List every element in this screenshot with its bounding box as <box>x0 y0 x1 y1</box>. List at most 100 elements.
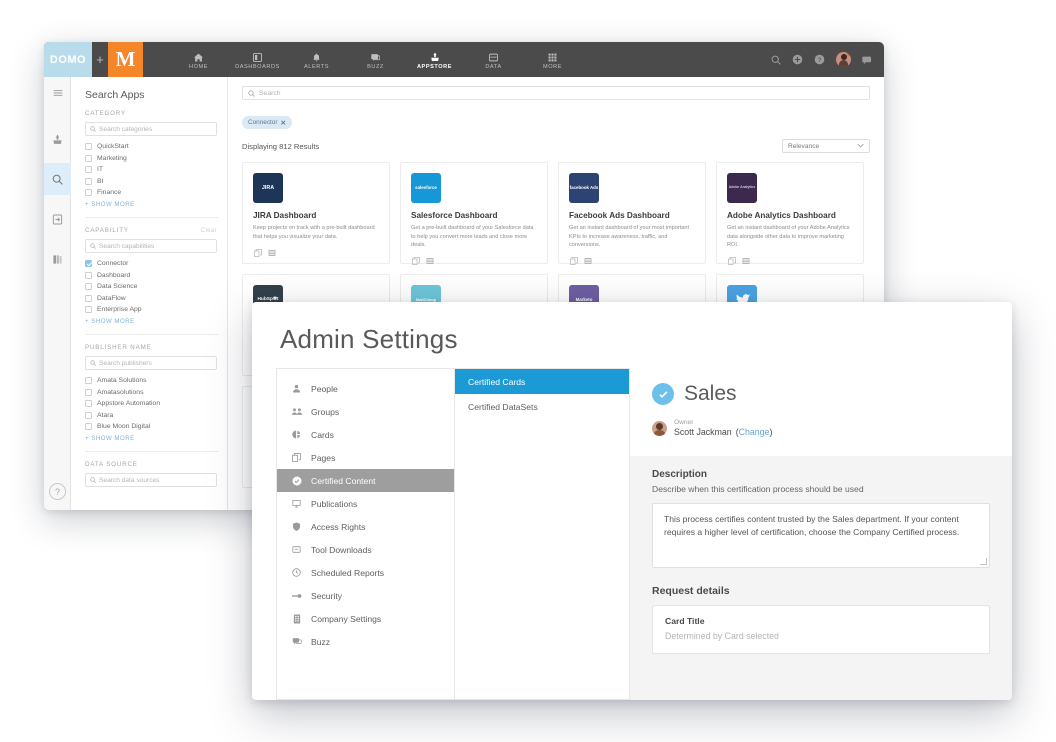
filter-option[interactable]: Data Science <box>85 283 217 290</box>
filter-option[interactable]: Marketing <box>85 155 217 162</box>
description-textarea[interactable]: This process certifies content trusted b… <box>652 503 990 568</box>
menu-item-publications[interactable]: Publications <box>277 492 454 515</box>
nav-item-appstore[interactable]: APPSTORE <box>405 49 464 70</box>
check-circle-icon <box>652 383 674 405</box>
filter-option[interactable]: Amata Solutions <box>85 377 217 384</box>
change-owner-link[interactable]: Change <box>739 427 770 437</box>
filter-option-connector[interactable]: Connector <box>85 260 217 267</box>
checkbox[interactable] <box>85 295 92 302</box>
menu-item-tool-downloads[interactable]: Tool Downloads <box>277 538 454 561</box>
checkbox[interactable] <box>85 283 92 290</box>
domo-logo[interactable]: DOMO <box>44 42 92 77</box>
menu-item-groups[interactable]: Groups <box>277 400 454 423</box>
duplicate-icon[interactable] <box>253 248 262 257</box>
filter-chip-connector[interactable]: Connector ✕ <box>242 116 292 129</box>
search-capabilities-input[interactable]: Search capabilities <box>85 239 217 253</box>
show-more-link[interactable]: + SHOW MORE <box>85 435 217 442</box>
menu-item-certified-content[interactable]: Certified Content <box>277 469 454 492</box>
checkbox[interactable] <box>85 377 92 384</box>
filter-option[interactable]: Appstore Automation <box>85 400 217 407</box>
card-grid-icon[interactable] <box>267 248 276 257</box>
card-grid-icon[interactable] <box>741 257 750 266</box>
menu-item-cards[interactable]: Cards <box>277 423 454 446</box>
results-count: Displaying 812 Results <box>242 142 319 151</box>
help-circle-icon[interactable]: ? <box>814 54 825 65</box>
search-datasources-input[interactable]: Search data sources <box>85 473 217 487</box>
menu-label: Scheduled Reports <box>311 568 384 578</box>
search-publishers-input[interactable]: Search publishers <box>85 356 217 370</box>
filter-option[interactable]: Amatasolutions <box>85 389 217 396</box>
duplicate-icon[interactable] <box>569 257 578 266</box>
close-icon[interactable]: ✕ <box>281 119 286 127</box>
filter-option[interactable]: Enterprise App <box>85 306 217 313</box>
checkbox[interactable] <box>85 178 92 185</box>
filter-option[interactable]: IT <box>85 166 217 173</box>
checkbox[interactable] <box>85 155 92 162</box>
nav-item-buzz[interactable]: BUZZ <box>346 50 405 70</box>
app-card-salesforce[interactable]: salesforce Salesforce Dashboard Get a pr… <box>400 162 548 264</box>
buzz-icon[interactable] <box>862 55 872 65</box>
search-input[interactable]: Search <box>242 86 870 100</box>
menu-hamburger-icon[interactable] <box>44 77 71 109</box>
nav-item-dashboards[interactable]: DASHBOARDS <box>228 50 287 70</box>
placeholder: Search publishers <box>99 360 152 367</box>
filter-option[interactable]: BI <box>85 178 217 185</box>
checkbox[interactable] <box>85 272 92 279</box>
group-name: CATEGORY <box>85 110 126 117</box>
nav-item-data[interactable]: DATA <box>464 50 523 70</box>
nav-item-more[interactable]: MORE <box>523 50 582 70</box>
filter-option[interactable]: Blue Moon Digital <box>85 423 217 430</box>
rail-import-icon[interactable] <box>44 203 71 235</box>
menu-item-security[interactable]: Security <box>277 584 454 607</box>
card-title-field[interactable]: Card Title Determined by Card selected <box>652 605 990 654</box>
checkbox[interactable] <box>85 189 92 196</box>
duplicate-icon[interactable] <box>411 257 420 266</box>
rail-search-icon[interactable] <box>44 163 71 195</box>
duplicate-icon[interactable] <box>727 257 736 266</box>
submenu-item-certified-datasets[interactable]: Certified DataSets <box>455 394 629 419</box>
rail-library-icon[interactable] <box>44 243 71 275</box>
help-button[interactable]: ? <box>49 483 66 500</box>
buzz-chat-icon <box>291 637 302 646</box>
checkbox[interactable] <box>85 166 92 173</box>
checkbox[interactable] <box>85 412 92 419</box>
card-grid-icon[interactable] <box>583 257 592 266</box>
filter-option[interactable]: Finance <box>85 189 217 196</box>
menu-item-buzz[interactable]: Buzz <box>277 630 454 653</box>
show-more-link[interactable]: + SHOW MORE <box>85 201 217 208</box>
show-more-link[interactable]: + SHOW MORE <box>85 318 217 325</box>
card-grid-icon[interactable] <box>425 257 434 266</box>
nav-item-alerts[interactable]: ALERTS <box>287 50 346 70</box>
checkbox[interactable] <box>85 306 92 313</box>
company-logo-m[interactable]: M <box>108 42 143 77</box>
nav-item-home[interactable]: HOME <box>169 50 228 70</box>
checkbox[interactable] <box>85 400 92 407</box>
app-card-jira[interactable]: JIRA JIRA Dashboard Keep projects on tra… <box>242 162 390 264</box>
menu-item-pages[interactable]: Pages <box>277 446 454 469</box>
submenu-item-certified-cards[interactable]: Certified Cards <box>455 369 629 394</box>
sort-dropdown[interactable]: Relevance <box>782 139 870 153</box>
checkbox[interactable] <box>85 143 92 150</box>
avatar[interactable] <box>836 52 851 67</box>
search-icon[interactable] <box>771 55 781 65</box>
menu-item-scheduled-reports[interactable]: Scheduled Reports <box>277 561 454 584</box>
checkbox[interactable] <box>85 423 92 430</box>
menu-item-company-settings[interactable]: Company Settings <box>277 607 454 630</box>
rail-appstore-icon[interactable] <box>44 123 71 155</box>
app-card-adobe-analytics[interactable]: Adobe Analytics Adobe Analytics Dashboar… <box>716 162 864 264</box>
clear-link[interactable]: Clear <box>201 227 217 234</box>
modal-title: Admin Settings <box>252 302 1012 355</box>
search-categories-input[interactable]: Search categories <box>85 122 217 136</box>
menu-item-people[interactable]: People <box>277 377 454 400</box>
app-card-facebook-ads[interactable]: facebook Ads Facebook Ads Dashboard Get … <box>558 162 706 264</box>
menu-label: Pages <box>311 453 335 463</box>
checkbox[interactable] <box>85 389 92 396</box>
filter-option[interactable]: DataFlow <box>85 295 217 302</box>
card-actions <box>727 257 853 266</box>
menu-item-access-rights[interactable]: Access Rights <box>277 515 454 538</box>
filter-option[interactable]: QuickStart <box>85 143 217 150</box>
filter-option[interactable]: Atara <box>85 412 217 419</box>
filter-option[interactable]: Dashboard <box>85 272 217 279</box>
checkbox-checked[interactable] <box>85 260 92 267</box>
plus-circle-icon[interactable] <box>792 54 803 65</box>
